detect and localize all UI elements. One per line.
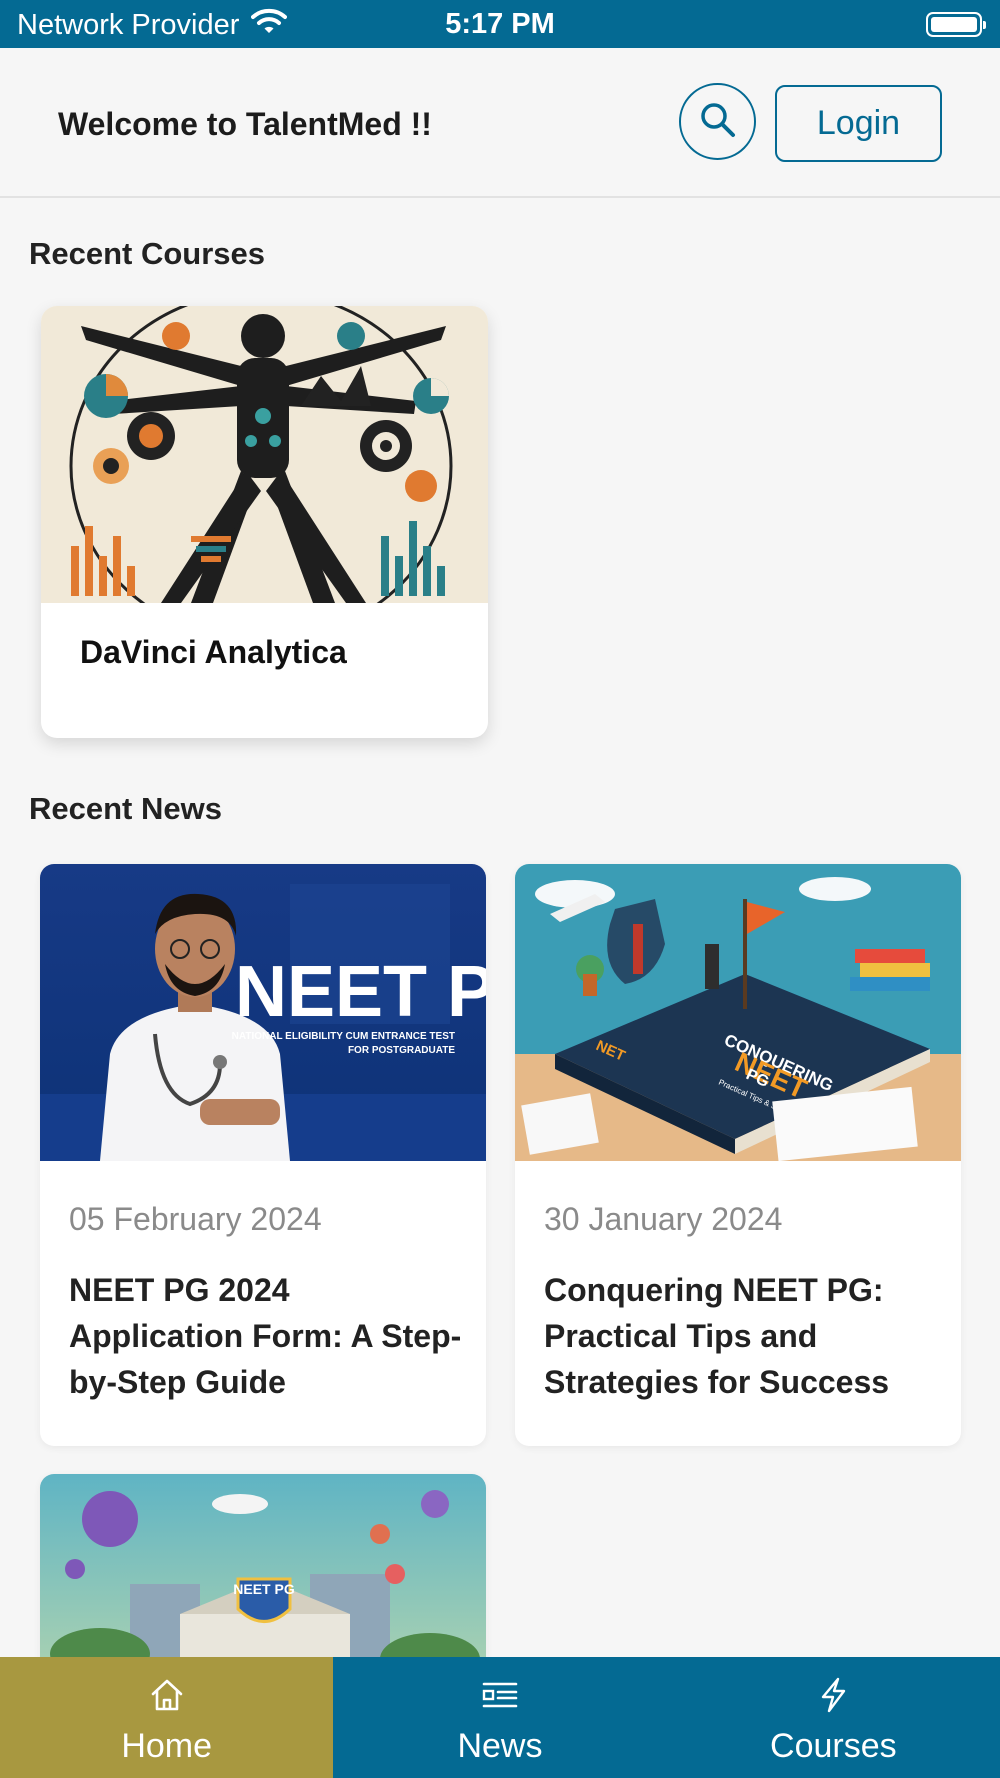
news-image-subtext-2: FOR POSTGRADUATE [348, 1045, 455, 1056]
wifi-icon [251, 8, 288, 42]
status-left: Network Provider [17, 8, 288, 42]
course-card[interactable]: DaVinci Analytica [41, 306, 488, 738]
home-icon [149, 1675, 185, 1715]
search-button[interactable] [679, 83, 756, 160]
status-bar: Network Provider 5:17 PM [0, 0, 1000, 48]
news-image-subtext-1: NATIONAL ELIGIBILITY CUM ENTRANCE TEST [232, 1031, 455, 1042]
app-header: Welcome to TalentMed !! Login [0, 48, 1000, 198]
carrier-label: Network Provider [17, 8, 240, 41]
news-card[interactable]: CONQUERING NEET PG Practical Tips & Stra… [515, 864, 961, 1446]
news-icon [481, 1675, 519, 1715]
news-date: 05 February 2024 [69, 1201, 322, 1237]
search-icon [698, 100, 738, 143]
nav-tab-news[interactable]: News [333, 1657, 666, 1778]
news-image-text: NEET PG [233, 1581, 295, 1597]
nav-tab-home[interactable]: Home [0, 1657, 334, 1778]
nav-label-courses: Courses [770, 1727, 897, 1765]
lightning-icon [818, 1675, 848, 1715]
news-title: Conquering NEET PG: Practical Tips and S… [544, 1272, 890, 1400]
course-thumbnail [41, 306, 488, 603]
nav-label-home: Home [121, 1727, 213, 1765]
course-title: DaVinci Analytica [80, 634, 347, 670]
recent-courses-heading: Recent Courses [29, 236, 266, 271]
news-thumbnail: NEET PG NATIONAL ELIGIBILITY CUM ENTRANC… [40, 864, 486, 1161]
news-title: NEET PG 2024 Application Form: A Step-by… [69, 1272, 462, 1400]
news-thumbnail: CONQUERING NEET PG Practical Tips & Stra… [515, 864, 961, 1161]
battery-icon [926, 12, 986, 37]
recent-news-heading: Recent News [29, 791, 222, 826]
news-date: 30 January 2024 [544, 1201, 783, 1237]
login-button[interactable]: Login [775, 85, 942, 162]
nav-label-news: News [457, 1727, 543, 1765]
nav-tab-courses[interactable]: Courses [667, 1657, 1000, 1778]
bottom-nav: Home News Courses [0, 1657, 1000, 1778]
welcome-title: Welcome to TalentMed !! [58, 106, 432, 142]
news-image-text: NEET PG [235, 952, 486, 1032]
news-card[interactable]: NEET PG NATIONAL ELIGIBILITY CUM ENTRANC… [40, 864, 486, 1446]
